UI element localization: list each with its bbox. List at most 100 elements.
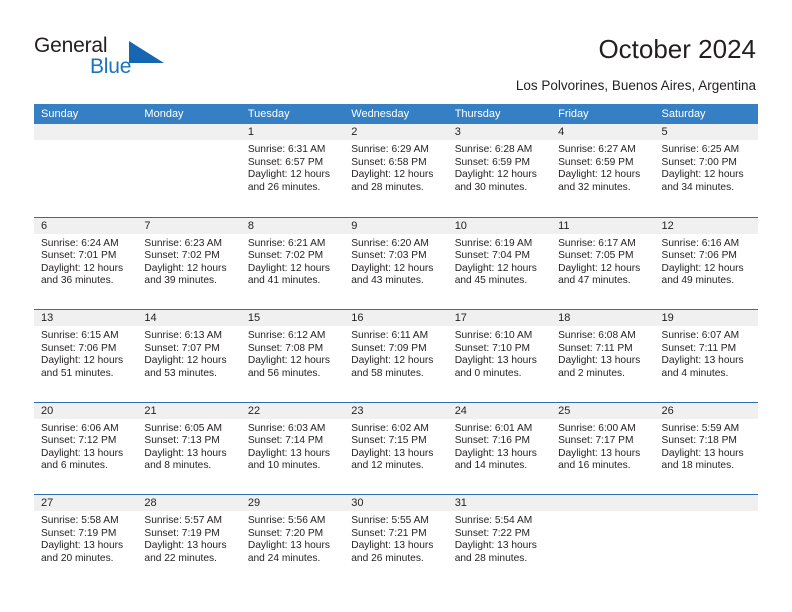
sunset-text: Sunset: 7:03 PM [351,250,427,262]
calendar-day-cell[interactable]: 20 Sunrise: 6:06 AM Sunset: 7:12 PM Dayligh… [34,402,138,494]
calendar-day-cell[interactable]: 1 Sunrise: 6:31 AM Sunset: 6:57 PM Daylight… [240,124,345,217]
calendar-day-cell[interactable]: 6 Sunrise: 6:24 AM Sunset: 7:01 PM Daylight… [34,217,138,309]
day-number [654,495,758,511]
day-number: 26 [654,402,758,419]
sunset-text: Sunset: 6:59 PM [558,156,634,168]
sunset-text: Sunset: 6:58 PM [351,156,427,168]
calendar-day-cell[interactable]: 7 Sunrise: 6:23 AM Sunset: 7:02 PM Daylight… [137,217,241,309]
day-sun-info: Sunrise: 6:15 AM Sunset: 7:06 PM Daylight:… [34,326,137,380]
day-sun-info: Sunrise: 6:07 AM Sunset: 7:11 PM Daylight:… [655,326,758,380]
calendar-day-cell[interactable]: 19 Sunrise: 6:07 AM Sunset: 7:11 PM Dayligh… [654,310,758,402]
sunset-text: Sunset: 7:06 PM [661,250,737,262]
day-number: 2 [344,124,448,140]
calendar-day-cell[interactable]: 2 Sunrise: 6:29 AM Sunset: 6:58 PM Daylight… [344,124,448,217]
sunrise-text: Sunrise: 6:05 AM [144,422,223,434]
daylight-text-line2: and 18 minutes. [661,460,735,472]
day-number: 7 [137,217,241,234]
day-number [137,124,241,140]
sunset-text: Sunset: 7:02 PM [144,250,220,262]
day-number: 6 [34,217,138,234]
daylight-text-line2: and 53 minutes. [144,367,217,379]
calendar-day-cell[interactable]: 5 Sunrise: 6:25 AM Sunset: 7:00 PM Daylight… [654,124,758,217]
daylight-text-line2: and 30 minutes. [454,181,528,193]
sunset-text: Sunset: 7:14 PM [247,435,324,447]
calendar-day-cell[interactable]: 29 Sunrise: 5:56 AM Sunset: 7:20 PM Dayligh… [240,495,345,587]
day-sun-info: Sunrise: 6:05 AM Sunset: 7:13 PM Daylight:… [137,419,240,473]
sunrise-text: Sunrise: 6:24 AM [41,237,119,249]
calendar-day-cell[interactable]: 14 Sunrise: 6:13 AM Sunset: 7:07 PM Dayligh… [137,310,241,402]
triangle-icon [129,41,164,63]
day-sun-info: Sunrise: 6:28 AM Sunset: 6:59 PM Daylight:… [448,140,551,194]
calendar-day-cell[interactable]: 25 Sunrise: 6:00 AM Sunset: 7:17 PM Dayligh… [551,402,655,494]
day-sun-info: Sunrise: 5:58 AM Sunset: 7:19 PM Daylight:… [34,511,137,565]
day-number: 23 [344,402,448,419]
daylight-text-line1: Daylight: 13 hours [351,540,434,552]
calendar-day-cell[interactable]: 15 Sunrise: 6:12 AM Sunset: 7:08 PM Dayligh… [240,310,345,402]
logo-text-blue: Blue [90,55,132,78]
sunrise-text: Sunrise: 6:01 AM [454,422,533,434]
calendar-day-cell[interactable]: 22 Sunrise: 6:03 AM Sunset: 7:14 PM Dayligh… [240,402,345,494]
weekday-header-tuesday: Tuesday [247,108,290,120]
calendar-day-cell[interactable]: 24 Sunrise: 6:01 AM Sunset: 7:16 PM Dayligh… [447,402,552,494]
day-sun-info: Sunrise: 6:16 AM Sunset: 7:06 PM Daylight:… [655,234,758,288]
calendar-day-cell[interactable]: 16 Sunrise: 6:11 AM Sunset: 7:09 PM Dayligh… [344,310,448,402]
sunset-text: Sunset: 7:05 PM [558,250,634,262]
day-sun-info [34,140,137,144]
day-sun-info: Sunrise: 6:11 AM Sunset: 7:09 PM Daylight:… [344,326,447,380]
daylight-text-line1: Daylight: 12 hours [558,169,641,181]
calendar-body: 1 Sunrise: 6:31 AM Sunset: 6:57 PM Daylight… [34,124,758,587]
calendar-day-cell[interactable]: 10 Sunrise: 6:19 AM Sunset: 7:04 PM Dayligh… [447,217,552,309]
calendar-day-cell[interactable]: 11 Sunrise: 6:17 AM Sunset: 7:05 PM Dayligh… [551,217,655,309]
calendar-day-cell[interactable]: 17 Sunrise: 6:10 AM Sunset: 7:10 PM Dayligh… [447,310,552,402]
daylight-text-line1: Daylight: 13 hours [247,540,330,552]
weekday-header-row: Sunday Monday Tuesday Wednesday Thursday Frid… [34,104,758,124]
day-sun-info: Sunrise: 6:12 AM Sunset: 7:08 PM Daylight:… [241,326,344,380]
calendar-day-cell[interactable]: 4 Sunrise: 6:27 AM Sunset: 6:59 PM Daylight… [551,124,655,217]
sunset-text: Sunset: 7:19 PM [41,527,117,539]
calendar-day-cell[interactable]: 23 Sunrise: 6:02 AM Sunset: 7:15 PM Dayligh… [344,402,448,494]
sunrise-text: Sunrise: 6:27 AM [558,144,636,155]
day-sun-info: Sunrise: 6:10 AM Sunset: 7:10 PM Daylight:… [448,326,551,380]
daylight-text-line2: and 41 minutes. [247,275,321,287]
sunset-text: Sunset: 7:22 PM [454,527,531,539]
sunrise-text: Sunrise: 6:19 AM [454,237,533,249]
daylight-text-line2: and 58 minutes. [351,367,424,379]
calendar-day-cell-empty [551,495,655,587]
calendar-day-cell[interactable]: 9 Sunrise: 6:20 AM Sunset: 7:03 PM Daylight… [344,217,448,309]
day-number: 3 [447,124,552,140]
calendar-day-cell[interactable]: 31 Sunrise: 5:54 AM Sunset: 7:22 PM Dayligh… [447,495,552,587]
calendar-day-cell[interactable]: 18 Sunrise: 6:08 AM Sunset: 7:11 PM Dayligh… [551,310,655,402]
sunset-text: Sunset: 7:00 PM [661,156,737,168]
day-sun-info: Sunrise: 6:00 AM Sunset: 7:17 PM Daylight:… [551,419,654,473]
calendar-day-cell[interactable]: 3 Sunrise: 6:28 AM Sunset: 6:59 PM Daylight… [447,124,552,217]
daylight-text-line1: Daylight: 12 hours [41,355,124,367]
calendar-day-cell[interactable]: 8 Sunrise: 6:21 AM Sunset: 7:02 PM Daylight… [240,217,345,309]
sunset-text: Sunset: 7:06 PM [41,342,117,354]
weekday-header-wednesday: Wednesday [351,108,410,120]
daylight-text-line1: Daylight: 12 hours [41,262,124,274]
logo[interactable]: General Blue [34,34,164,80]
day-number: 5 [654,124,758,140]
daylight-text-line2: and 8 minutes. [144,460,212,472]
daylight-text-line1: Daylight: 13 hours [144,447,227,459]
calendar-day-cell-empty [137,124,241,217]
day-number: 1 [240,124,345,140]
sunset-text: Sunset: 7:15 PM [351,435,427,447]
calendar-day-cell[interactable]: 12 Sunrise: 6:16 AM Sunset: 7:06 PM Dayligh… [654,217,758,309]
daylight-text-line2: and 22 minutes. [144,552,217,564]
sunrise-text: Sunrise: 6:12 AM [247,330,326,341]
daylight-text-line1: Daylight: 12 hours [351,169,434,181]
day-sun-info: Sunrise: 5:55 AM Sunset: 7:21 PM Daylight:… [344,511,447,565]
day-number: 8 [240,217,345,234]
sunrise-text: Sunrise: 6:28 AM [454,144,533,155]
weekday-header-thursday: Thursday [454,108,501,120]
calendar-day-cell[interactable]: 26 Sunrise: 5:59 AM Sunset: 7:18 PM Dayligh… [654,402,758,494]
calendar-day-cell[interactable]: 28 Sunrise: 5:57 AM Sunset: 7:19 PM Dayligh… [137,495,241,587]
sunrise-text: Sunrise: 6:16 AM [661,237,740,249]
calendar-day-cell[interactable]: 30 Sunrise: 5:55 AM Sunset: 7:21 PM Dayligh… [344,495,448,587]
calendar-day-cell[interactable]: 27 Sunrise: 5:58 AM Sunset: 7:19 PM Dayligh… [34,495,138,587]
calendar-day-cell[interactable]: 13 Sunrise: 6:15 AM Sunset: 7:06 PM Dayligh… [34,310,138,402]
sunrise-text: Sunrise: 5:59 AM [661,422,740,434]
calendar-day-cell[interactable]: 21 Sunrise: 6:05 AM Sunset: 7:13 PM Dayligh… [137,402,241,494]
day-number: 9 [344,217,448,234]
